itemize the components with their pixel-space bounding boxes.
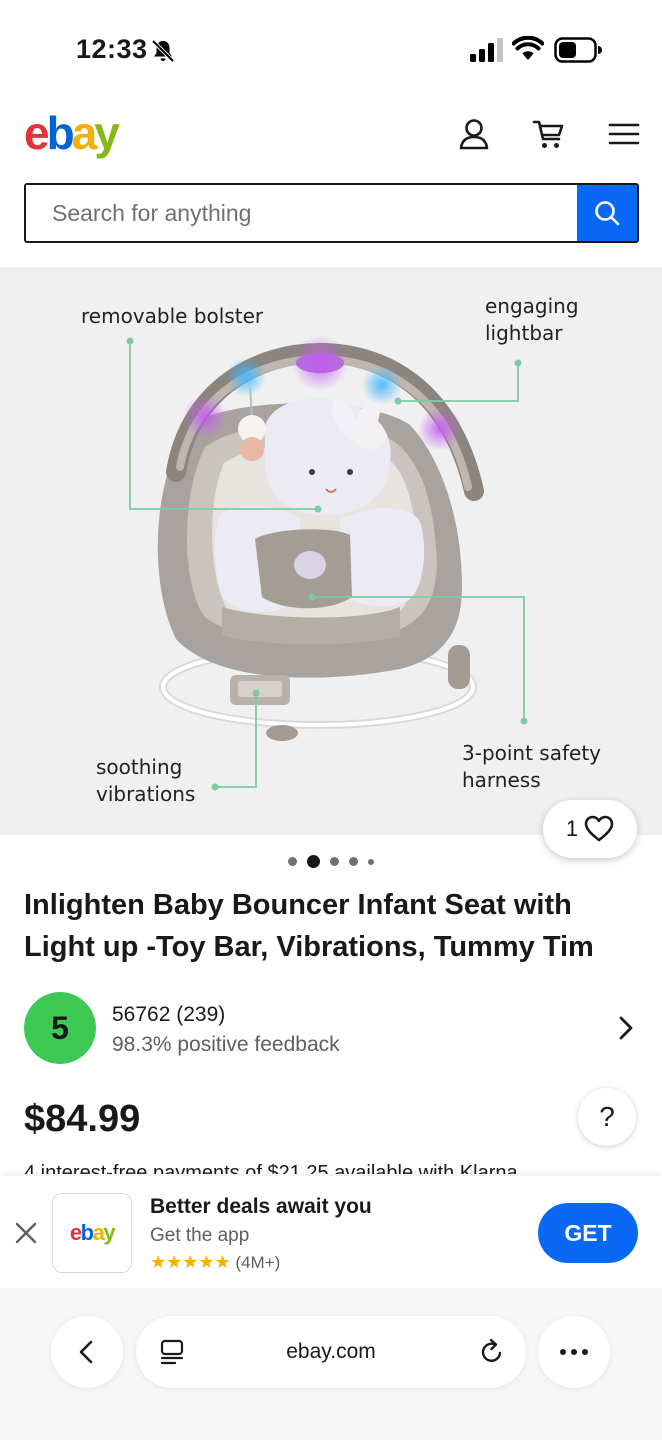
callout-removable-bolster: removable bolster [81, 304, 264, 328]
chevron-left-icon [79, 1340, 93, 1364]
watch-count: 1 [565, 816, 579, 841]
app-icon-letter-a: a [92, 1220, 105, 1245]
product-image[interactable]: removable bolster engaging lightbar soot… [0, 267, 662, 835]
product-price: $84.99 [24, 1098, 141, 1140]
app-icon-letter-e: e [69, 1220, 82, 1245]
address-bar[interactable]: ebay.com [136, 1316, 526, 1388]
search-icon [595, 201, 620, 226]
seller-feedback: 98.3% positive feedback [112, 1033, 340, 1056]
browser-back-button[interactable] [51, 1316, 123, 1388]
app-download-banner: ebay Better deals await you Get the app … [0, 1176, 662, 1288]
klarna-payments-link[interactable]: 4 interest-free payments of $21.25 avail… [24, 1160, 638, 1174]
carousel-dot[interactable] [368, 858, 374, 865]
callout-soothing: soothing [96, 755, 183, 779]
cart-icon[interactable] [531, 116, 567, 152]
site-header: ebay [0, 96, 662, 176]
url-text: ebay.com [286, 1340, 376, 1363]
ebay-logo[interactable]: ebay [24, 106, 120, 160]
search-bar [24, 183, 639, 243]
heart-icon [584, 815, 614, 842]
search-input[interactable] [26, 185, 577, 241]
rating-count: (4M+) [235, 1253, 281, 1272]
search-button[interactable] [577, 185, 637, 241]
carousel-dot[interactable] [330, 857, 339, 866]
ebay-app-icon: ebay [52, 1193, 132, 1273]
carousel-dot[interactable] [288, 857, 297, 866]
status-time: 12:33 [76, 34, 148, 64]
logo-letter-e: e [24, 107, 50, 159]
chevron-right-icon [619, 1016, 633, 1040]
seller-info[interactable]: 5 56762 (239) 98.3% positive feedback [24, 992, 638, 1066]
help-button[interactable]: ? [578, 1088, 636, 1146]
menu-icon[interactable] [606, 116, 642, 152]
callout-engaging: engaging [485, 294, 579, 318]
app-icon-letter-y: y [103, 1220, 115, 1245]
browser-more-button[interactable] [538, 1316, 610, 1388]
seller-badge: 5 [24, 992, 96, 1064]
watchlist-button[interactable]: 1 [543, 800, 637, 858]
account-icon[interactable] [456, 116, 492, 152]
browser-toolbar: ebay.com [0, 1288, 662, 1440]
banner-subtitle: Get the app [150, 1225, 250, 1246]
callout-vibrations: vibrations [96, 782, 196, 806]
callout-lightbar: lightbar [485, 321, 563, 345]
bell-off-icon [151, 39, 175, 63]
more-options-icon [560, 1349, 588, 1355]
logo-letter-b: b [46, 107, 75, 159]
image-carousel-indicator [0, 855, 662, 868]
status-bar: 12:33 [0, 0, 662, 96]
logo-letter-y: y [94, 107, 120, 159]
wifi-icon [512, 36, 544, 60]
cellular-signal-icon [470, 38, 503, 62]
battery-icon [554, 37, 602, 63]
get-app-button[interactable]: GET [538, 1203, 638, 1263]
app-icon-letter-b: b [80, 1220, 94, 1245]
seller-name: 56762 (239) [112, 1003, 226, 1026]
carousel-dot[interactable] [349, 857, 358, 866]
reload-icon[interactable] [478, 1338, 506, 1366]
carousel-dot-active[interactable] [307, 855, 320, 868]
app-rating: ★★★★★ (4M+) [150, 1252, 280, 1273]
logo-letter-a: a [71, 107, 98, 159]
close-icon[interactable] [12, 1219, 40, 1247]
star-rating-icon: ★★★★★ [150, 1252, 231, 1272]
callout-harness: harness [462, 768, 541, 792]
product-title: Inlighten Baby Bouncer Infant Seat with … [24, 889, 594, 963]
callout-3-point-safety: 3-point safety [462, 741, 602, 765]
help-label: ? [599, 1101, 615, 1132]
klarna-text: 4 interest-free payments of $21.25 avail… [24, 1162, 524, 1174]
banner-title: Better deals await you [150, 1195, 372, 1218]
